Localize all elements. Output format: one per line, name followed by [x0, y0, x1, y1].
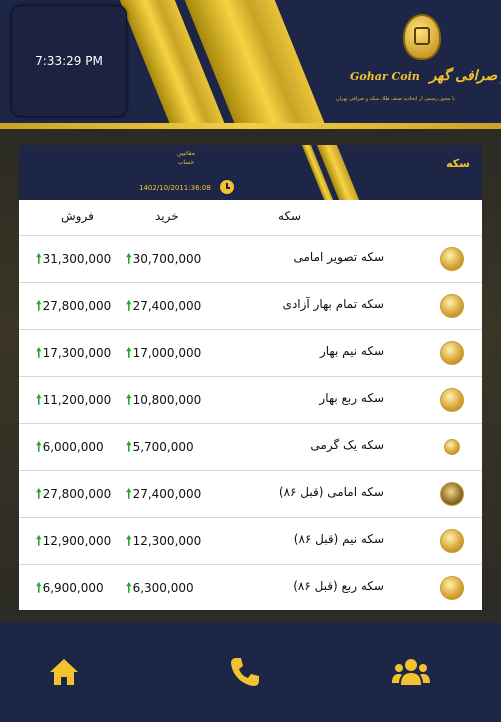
buy-price: 🠕10,800,000	[126, 393, 202, 408]
brand-subtitle: با مجوز رسمی از اتحادیه صنف طلا، سکه و ص…	[336, 96, 456, 102]
coin-name: سکه یک گرمی	[310, 438, 384, 452]
up-arrow-icon: 🠕	[36, 581, 42, 596]
brand-name-en: Gohar Coin	[350, 70, 420, 83]
buy-price: 🠕6,300,000	[126, 581, 194, 596]
clock-time: 7:33:29 PM	[35, 54, 103, 68]
sell-price: 🠕6,000,000	[36, 440, 104, 455]
column-header-buy: خرید	[155, 209, 179, 223]
phone-button[interactable]	[225, 652, 265, 692]
coin-icon	[440, 294, 464, 318]
table-row: سکه ربع بهار 🠕10,800,000 🠕11,200,000	[19, 376, 482, 423]
table-row: سکه تمام بهار آزادی 🠕27,400,000 🠕27,800,…	[19, 282, 482, 329]
up-arrow-icon: 🠕	[126, 346, 132, 361]
up-arrow-icon: 🠕	[36, 346, 42, 361]
coin-icon	[440, 247, 464, 271]
brand-name: Gohar Coin سکه و صرافی گهر	[350, 68, 501, 84]
up-arrow-icon: 🠕	[126, 393, 132, 408]
brand-name-fa: سکه و صرافی گهر	[429, 68, 501, 84]
sell-price: 🠕31,300,000	[36, 252, 112, 267]
sell-price: 🠕27,800,000	[36, 487, 112, 502]
up-arrow-icon: 🠕	[126, 299, 132, 314]
coin-name: سکه امامی (قبل ۸۶)	[278, 485, 384, 499]
buy-price: 🠕27,400,000	[126, 299, 202, 314]
table-row: سکه تصویر امامی 🠕30,700,000 🠕31,300,000	[19, 235, 482, 282]
bottom-nav	[0, 622, 501, 722]
coin-price-panel: سکه مقاتیین حساب 1402/10/2011:36:08 سکه …	[19, 145, 482, 610]
units-line-2: حساب	[177, 159, 195, 166]
sell-price: 🠕6,900,000	[36, 581, 104, 596]
coin-icon	[440, 529, 464, 553]
units-label: مقاتیین حساب	[177, 149, 195, 167]
panel-header: سکه مقاتیین حساب 1402/10/2011:36:08	[19, 145, 482, 200]
units-line-1: مقاتیین	[177, 150, 195, 157]
coin-name: سکه نیم بهار	[319, 344, 384, 358]
sell-price: 🠕17,300,000	[36, 346, 112, 361]
home-icon	[50, 659, 78, 685]
panel-title: سکه	[446, 157, 470, 170]
buy-price: 🠕27,400,000	[126, 487, 202, 502]
up-arrow-icon: 🠕	[36, 299, 42, 314]
up-arrow-icon: 🠕	[126, 581, 132, 596]
up-arrow-icon: 🠕	[36, 534, 42, 549]
phone-icon	[231, 658, 259, 686]
coin-name: سکه تمام بهار آزادی	[282, 297, 384, 311]
table-row: سکه یک گرمی 🠕5,700,000 🠕6,000,000	[19, 423, 482, 470]
home-button[interactable]	[44, 652, 84, 692]
up-arrow-icon: 🠕	[126, 487, 132, 502]
logo-icon	[403, 14, 441, 60]
app-header: 7:33:29 PM Gohar Coin سکه و صرافی گهر با…	[0, 0, 501, 130]
clock-icon	[220, 180, 234, 194]
sell-price: 🠕12,900,000	[36, 534, 112, 549]
column-header-name: سکه	[278, 209, 302, 223]
sell-price: 🠕27,800,000	[36, 299, 112, 314]
buy-price: 🠕5,700,000	[126, 440, 194, 455]
buy-price: 🠕30,700,000	[126, 252, 202, 267]
coin-name: سکه ربع (قبل ۸۶)	[293, 579, 384, 593]
column-header-sell: فروش	[61, 209, 94, 223]
coin-name: سکه ربع بهار	[319, 391, 384, 405]
up-arrow-icon: 🠕	[126, 534, 132, 549]
coin-icon	[440, 576, 464, 600]
table-row: سکه ربع (قبل ۸۶) 🠕6,300,000 🠕6,900,000	[19, 564, 482, 611]
table-row: سکه امامی (قبل ۸۶) 🠕27,400,000 🠕27,800,0…	[19, 470, 482, 517]
up-arrow-icon: 🠕	[126, 252, 132, 267]
up-arrow-icon: 🠕	[36, 393, 42, 408]
up-arrow-icon: 🠕	[36, 440, 42, 455]
coin-icon	[444, 439, 460, 455]
up-arrow-icon: 🠕	[126, 440, 132, 455]
up-arrow-icon: 🠕	[36, 487, 42, 502]
coin-name: سکه نیم (قبل ۸۶)	[293, 532, 384, 546]
table-row: سکه نیم (قبل ۸۶) 🠕12,300,000 🠕12,900,000	[19, 517, 482, 564]
users-icon	[392, 659, 430, 685]
coin-icon	[440, 388, 464, 412]
coin-icon	[440, 341, 464, 365]
coin-name: سکه تصویر امامی	[293, 250, 385, 264]
up-arrow-icon: 🠕	[36, 252, 42, 267]
update-datetime: 1402/10/2011:36:08	[139, 184, 211, 192]
coin-icon	[440, 482, 464, 506]
clock-display: 7:33:29 PM	[11, 5, 127, 117]
buy-price: 🠕12,300,000	[126, 534, 202, 549]
sell-price: 🠕11,200,000	[36, 393, 112, 408]
buy-price: 🠕17,000,000	[126, 346, 202, 361]
table-row: سکه نیم بهار 🠕17,000,000 🠕17,300,000	[19, 329, 482, 376]
users-button[interactable]	[391, 652, 431, 692]
